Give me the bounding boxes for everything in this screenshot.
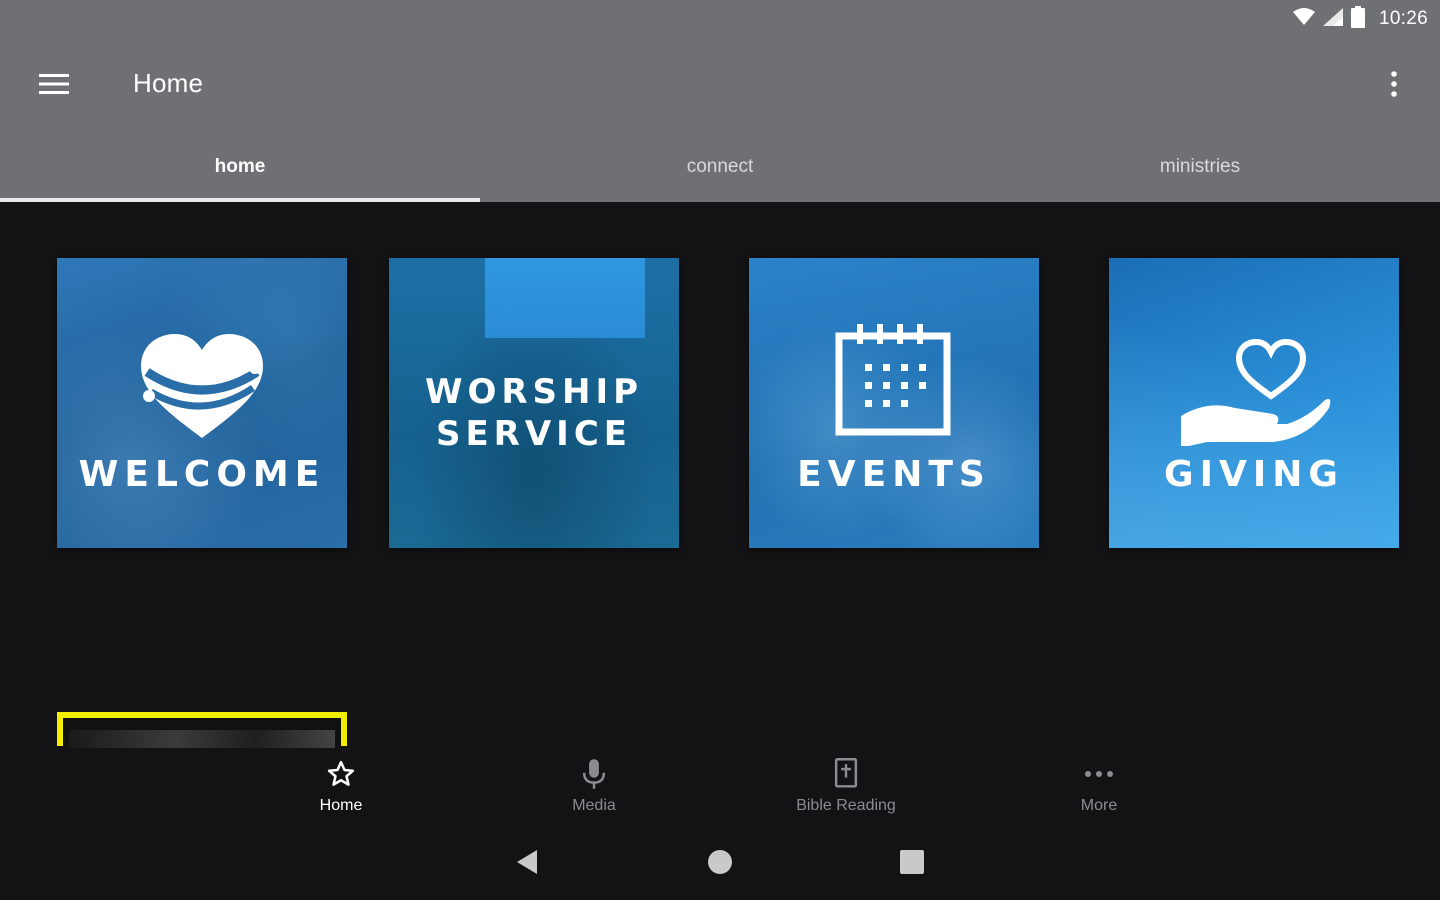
system-recents-button[interactable] bbox=[892, 848, 932, 880]
nav-label: Media bbox=[572, 797, 616, 814]
events-tile[interactable]: EVENTS bbox=[749, 258, 1039, 548]
system-navigation-bar bbox=[0, 836, 1440, 892]
nav-label: Bible Reading bbox=[796, 797, 896, 814]
welcome-tile[interactable]: WELCOME bbox=[57, 258, 347, 548]
status-bar: 10:26 bbox=[1292, 5, 1428, 33]
tab-ministries[interactable]: ministries bbox=[960, 136, 1440, 202]
star-icon bbox=[326, 757, 356, 791]
tab-label: ministries bbox=[1159, 156, 1241, 177]
microphone-icon bbox=[581, 757, 607, 791]
calendar-icon bbox=[835, 324, 951, 441]
nav-label: Home bbox=[319, 797, 363, 814]
tile-label: GIVING bbox=[1164, 454, 1344, 495]
recents-square-icon bbox=[900, 849, 924, 879]
nav-item-media[interactable]: Media bbox=[494, 752, 694, 828]
app-bar: Home bbox=[0, 50, 1440, 122]
tile-label: WELCOME bbox=[78, 454, 326, 495]
top-bar: 10:26 Home home connect ministries bbox=[0, 0, 1440, 202]
stage-screen-image bbox=[485, 258, 645, 338]
page-title: Home bbox=[133, 68, 204, 98]
signal-icon bbox=[1322, 7, 1343, 31]
overflow-menu-button[interactable] bbox=[1376, 64, 1412, 108]
home-circle-icon bbox=[707, 849, 733, 880]
bible-icon bbox=[833, 757, 859, 791]
tab-bar: home connect ministries bbox=[0, 136, 1440, 202]
status-time: 10:26 bbox=[1378, 8, 1428, 29]
tile-grid: WELCOME WORSHIP SERVICE EVENTS GIVING bbox=[0, 258, 1440, 548]
system-back-button[interactable] bbox=[507, 848, 547, 880]
nav-item-bible-reading[interactable]: Bible Reading bbox=[746, 752, 946, 828]
app-root: 10:26 Home home connect ministries WELCO… bbox=[0, 0, 1440, 900]
nav-item-home[interactable]: Home bbox=[241, 752, 441, 828]
tab-home[interactable]: home bbox=[0, 136, 480, 202]
system-home-button[interactable] bbox=[700, 848, 740, 880]
bottom-navigation: Home Media Bible Reading More bbox=[0, 752, 1440, 828]
back-icon bbox=[515, 849, 539, 880]
highlighted-partial-tile[interactable] bbox=[57, 712, 347, 748]
wifi-icon bbox=[1292, 7, 1315, 31]
heart-hug-icon bbox=[137, 330, 267, 447]
nav-label: More bbox=[1080, 797, 1118, 814]
overflow-menu-icon bbox=[1391, 70, 1397, 102]
hamburger-menu-button[interactable] bbox=[30, 64, 78, 108]
giving-tile[interactable]: GIVING bbox=[1109, 258, 1399, 548]
tab-label: home bbox=[214, 156, 266, 177]
tile-label-line1: WORSHIP bbox=[424, 372, 644, 412]
worship-service-tile[interactable]: WORSHIP SERVICE bbox=[389, 258, 679, 548]
tab-connect[interactable]: connect bbox=[480, 136, 960, 202]
hamburger-menu-icon bbox=[39, 73, 69, 100]
tile-label: EVENTS bbox=[797, 454, 991, 495]
battery-icon bbox=[1350, 5, 1365, 33]
tab-label: connect bbox=[686, 156, 754, 177]
tile-label-line2: SERVICE bbox=[435, 414, 633, 454]
heart-hand-icon bbox=[1177, 338, 1333, 453]
tab-active-indicator bbox=[0, 198, 480, 202]
partial-tile-image bbox=[69, 730, 335, 748]
nav-item-more[interactable]: More bbox=[999, 752, 1199, 828]
more-dots-icon bbox=[1084, 757, 1114, 791]
